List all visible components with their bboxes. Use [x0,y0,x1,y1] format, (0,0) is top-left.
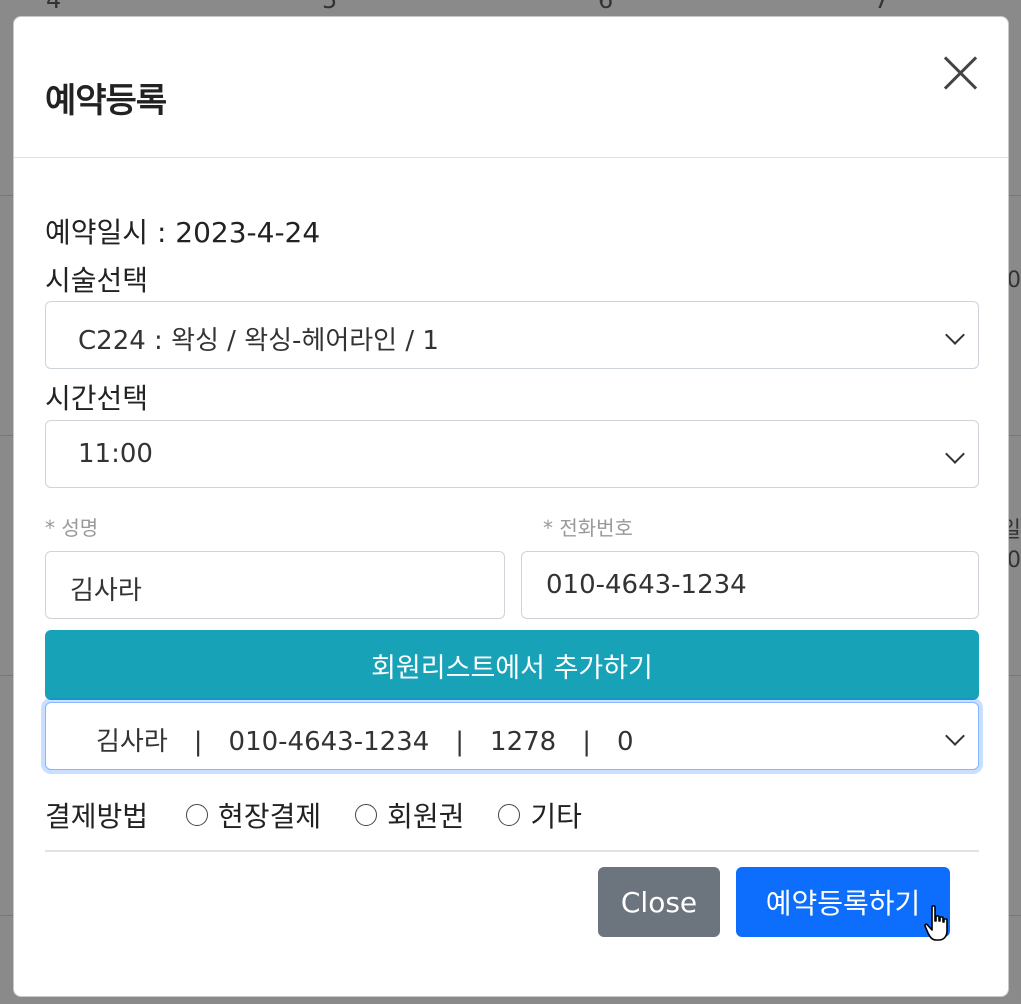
phone-field-value: 010-4643-1234 [546,570,747,600]
chevron-down-icon [945,726,965,746]
chevron-down-icon [945,325,965,345]
divider [45,850,979,852]
calendar-event-text: 0 [1007,268,1021,293]
member-name: 김사라 [96,727,168,757]
chevron-down-icon [945,444,965,464]
modal-title: 예약등록 [45,81,167,121]
name-field[interactable]: 김사라 [45,551,505,619]
separator: | [455,727,465,757]
calendar-day: 6 [598,0,614,14]
treatment-select-value: C224 : 왁싱 / 왁싱-헤어라인 / 1 [78,326,439,356]
payment-option-membership[interactable]: 회원권 [355,795,464,835]
hand-cursor-icon [924,905,948,941]
close-button[interactable]: Close [598,867,720,937]
calendar-event-text: 0 [1007,548,1021,573]
calendar-day: 5 [322,0,338,14]
time-select[interactable]: 11:00 [45,420,979,488]
member-select[interactable]: 김사라 | 010-4643-1234 | 1278 | 0 [45,702,979,770]
radio-button[interactable] [186,804,209,826]
phone-field[interactable]: 010-4643-1234 [521,551,979,619]
member-phone: 010-4643-1234 [228,727,430,757]
member-points: 0 [616,727,634,757]
calendar-day: 7 [874,0,890,14]
time-label: 시간선택 [45,382,149,415]
modal-header: 예약등록 [14,17,1008,158]
payment-option-label: 회원권 [387,800,465,833]
member-select-value: 김사라 | 010-4643-1234 | 1278 | 0 [96,721,634,758]
payment-option-label: 기타 [530,800,582,833]
radio-button[interactable] [355,804,378,826]
separator: | [582,727,591,757]
payment-method-row: 결제방법 현장결제 회원권 기타 [45,795,582,835]
treatment-label: 시술선택 [45,264,149,297]
name-field-value: 김사라 [70,576,142,606]
payment-option-onsite[interactable]: 현장결제 [186,795,321,835]
member-number: 1278 [490,727,557,757]
add-from-member-list-button[interactable]: 회원리스트에서 추가하기 [45,630,979,700]
payment-method-label: 결제방법 [45,800,149,833]
payment-option-label: 현장결제 [218,800,322,833]
time-select-value: 11:00 [78,439,153,469]
submit-reservation-button[interactable]: 예약등록하기 [736,867,950,937]
reservation-date: 예약일시 : 2023-4-24 [45,216,321,249]
radio-button[interactable] [498,804,521,826]
payment-option-other[interactable]: 기타 [498,795,582,835]
treatment-select[interactable]: C224 : 왁싱 / 왁싱-헤어라인 / 1 [45,301,979,369]
close-icon[interactable] [942,55,978,91]
name-label: * 성명 [45,516,99,540]
reservation-modal: 예약등록 예약일시 : 2023-4-24 시술선택 C224 : 왁싱 / 왁… [13,16,1009,997]
separator: | [193,727,203,757]
calendar-day: 4 [46,0,62,14]
phone-label: * 전화번호 [543,516,633,540]
